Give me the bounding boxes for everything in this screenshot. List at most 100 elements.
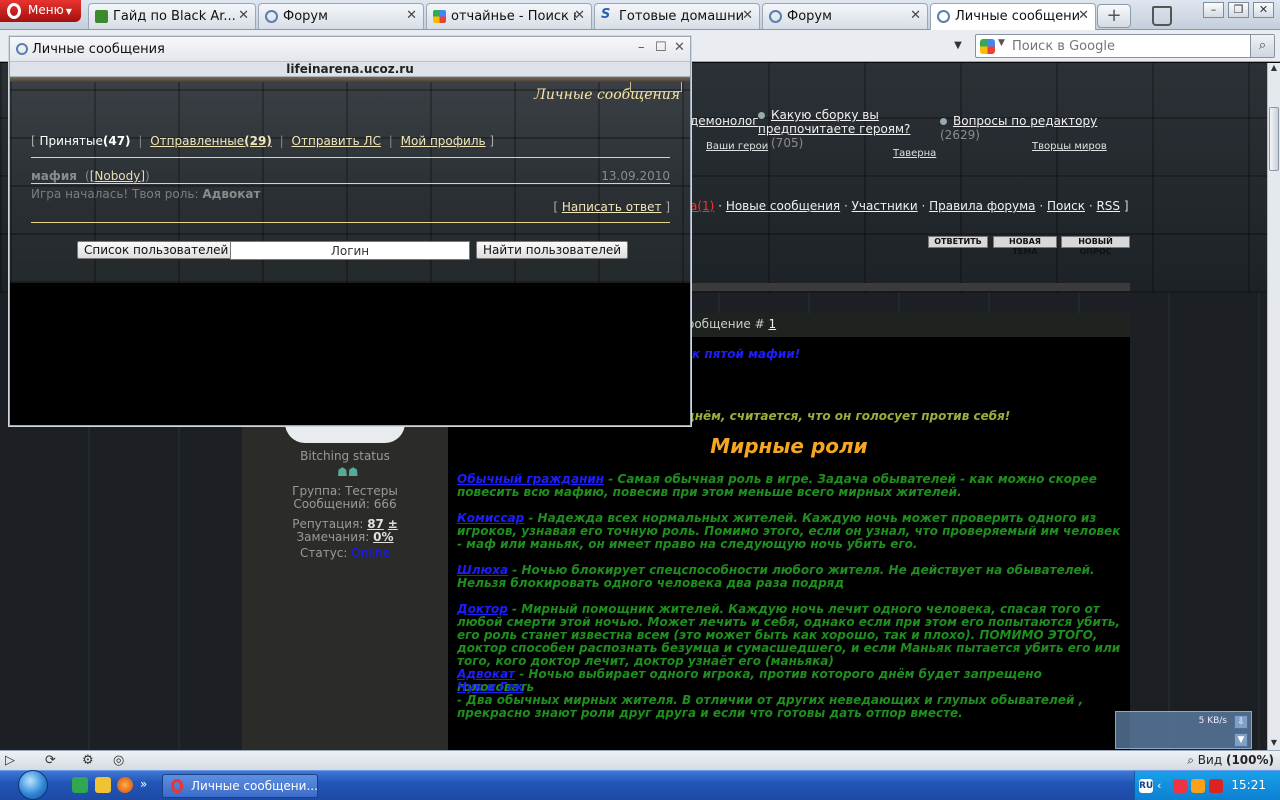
close-tab-icon[interactable]: ✕ xyxy=(910,8,921,23)
quicklaunch-app-icon[interactable] xyxy=(72,777,88,793)
close-tab-icon[interactable]: ✕ xyxy=(742,8,753,23)
nav-rss-link[interactable]: RSS xyxy=(1096,199,1120,213)
close-window-button[interactable]: ✕ xyxy=(1253,2,1274,18)
pm-nav-profile-link[interactable]: Мой профиль xyxy=(401,134,486,148)
page-scrollbar[interactable]: ▲ ▼ xyxy=(1267,63,1280,750)
search-input[interactable] xyxy=(1012,37,1242,55)
folder-icon[interactable] xyxy=(95,777,111,793)
more-quicklaunch-icon[interactable]: » xyxy=(140,777,156,793)
scroll-down-icon[interactable]: ▼ xyxy=(1268,738,1280,750)
chevron-left-icon[interactable]: ‹ xyxy=(1157,779,1171,793)
forum-nav-bar: а(1) · Новые сообщения · Участники · Пра… xyxy=(690,199,1129,213)
site-favicon-icon xyxy=(95,10,108,23)
tab-private-messages[interactable]: Личные сообщения ✕ xyxy=(930,3,1096,30)
close-icon[interactable]: ✕ xyxy=(674,40,685,55)
topic-item: демонолог xyxy=(690,114,759,128)
pm-message-date: 13.09.2010 xyxy=(601,169,670,183)
pm-message-subject[interactable]: мафия xyxy=(31,169,77,183)
google-icon[interactable] xyxy=(980,39,995,54)
forum-favicon-icon xyxy=(16,43,28,55)
close-tab-icon[interactable]: ✕ xyxy=(406,8,417,23)
opera-logo-icon xyxy=(7,3,21,19)
maximize-button[interactable]: ❐ xyxy=(1228,2,1249,18)
address-dropdown-icon[interactable]: ▼ xyxy=(948,35,968,57)
pm-divider xyxy=(31,222,670,223)
subforum-link[interactable]: Таверна xyxy=(893,148,936,159)
tray-app-icon[interactable] xyxy=(1191,779,1205,793)
role-description: Доктор - Мирный помощник жителей. Каждую… xyxy=(457,602,1121,668)
panel-toggle-icon[interactable]: ▷ xyxy=(5,753,15,768)
user-reputation: Репутация: 87 ± xyxy=(292,517,398,531)
pm-sender-link[interactable]: [Nobody] xyxy=(90,169,145,183)
topic-link[interactable]: демонолог xyxy=(690,114,759,128)
taskbar-window-button[interactable]: Личные сообщени... xyxy=(162,774,318,798)
new-poll-button[interactable]: НОВЫЙ ОПРОС xyxy=(1061,236,1130,256)
nav-members-link[interactable]: Участники xyxy=(852,199,918,213)
post-number-link[interactable]: 1 xyxy=(769,317,777,331)
login-input[interactable] xyxy=(230,241,470,260)
tray-app-icon[interactable] xyxy=(1209,779,1223,793)
post-heading: Мирные роли xyxy=(710,434,868,458)
subforum-link[interactable]: Творцы миров xyxy=(1032,141,1107,152)
tab-search[interactable]: отчайнье - Поиск в... ✕ xyxy=(426,3,592,29)
scroll-up-icon[interactable]: ▲ xyxy=(1268,63,1280,75)
search-icon[interactable]: ⌕ xyxy=(1250,35,1274,57)
new-topic-button[interactable]: НОВАЯ ТЕМА xyxy=(993,236,1057,256)
system-tray: RU ‹ 15:21 xyxy=(1134,771,1280,800)
reputation-value-link[interactable]: 87 xyxy=(367,517,384,531)
tab-forum-2[interactable]: Форум ✕ xyxy=(762,3,928,29)
language-indicator[interactable]: RU xyxy=(1139,779,1153,793)
nav-rules-link[interactable]: Правила форума xyxy=(929,199,1035,213)
new-tab-button[interactable]: + xyxy=(1097,4,1131,28)
tray-app-icon[interactable] xyxy=(1173,779,1187,793)
pm-nav-sent-link[interactable]: Отправленные(29) xyxy=(150,134,272,148)
subforum-link[interactable]: Ваши герои xyxy=(706,141,768,152)
warnings-link[interactable]: 0% xyxy=(373,530,393,544)
minimize-icon[interactable]: – xyxy=(638,40,645,55)
find-users-button[interactable]: Найти пользователей xyxy=(476,241,629,259)
close-tab-icon[interactable]: ✕ xyxy=(1078,8,1089,23)
pm-message-body: Игра началась! Твоя роль: Адвокат xyxy=(31,187,261,201)
chevron-down-icon[interactable]: ▼ xyxy=(998,38,1005,48)
turbo-icon[interactable]: ◎ xyxy=(113,753,124,768)
forum-favicon-icon xyxy=(769,10,782,23)
speed-rate: 5 KB/s xyxy=(1198,716,1227,726)
tab-homework[interactable]: S Готовые домашни... ✕ xyxy=(594,3,760,29)
firefox-icon[interactable] xyxy=(117,777,133,793)
sync-icon[interactable]: ⟳ xyxy=(45,753,56,768)
topic-link[interactable]: Какую сборку вы предпочитаете героям? xyxy=(758,108,910,136)
topic-bullet-icon xyxy=(940,118,947,125)
user-group: Группа: Тестеры xyxy=(292,484,398,498)
unite-icon[interactable]: ⚙ xyxy=(82,753,94,768)
close-tab-icon[interactable]: ✕ xyxy=(238,8,249,23)
browser-status-bar: ▷ ⟳ ⚙ ◎ ⌕ Вид (100%) xyxy=(0,750,1280,770)
close-tab-icon[interactable]: ✕ xyxy=(574,8,585,23)
zoom-control[interactable]: ⌕ Вид (100%) xyxy=(1187,753,1274,768)
nav-new-messages-link[interactable]: Новые сообщения xyxy=(726,199,840,213)
user-message-count: Сообщений: 666 xyxy=(293,497,397,511)
maximize-icon[interactable]: ☐ xyxy=(655,40,667,55)
post-text-line: днём, считается, что он голосует против … xyxy=(685,409,1011,423)
minimize-button[interactable]: – xyxy=(1203,2,1224,18)
pm-nav-send-link[interactable]: Отправить ЛС xyxy=(292,134,381,148)
tab-forum-1[interactable]: Форум ✕ xyxy=(258,3,424,29)
reputation-change-link[interactable]: ± xyxy=(388,517,398,531)
avatar[interactable] xyxy=(285,423,405,443)
opera-menu-button[interactable]: Меню ▼ xyxy=(0,0,81,22)
trash-icon[interactable] xyxy=(1152,6,1172,26)
nav-search-link[interactable]: Поиск xyxy=(1047,199,1085,213)
chevron-down-icon: ▼ xyxy=(65,7,72,16)
scrollbar-thumb[interactable] xyxy=(1269,107,1279,171)
pm-reply-link[interactable]: Написать ответ xyxy=(562,200,662,214)
download-icon[interactable]: ⇩ xyxy=(1234,715,1248,729)
speed-widget[interactable]: 5 KB/s ⇩ ▼ xyxy=(1115,711,1252,749)
role-description: - Два обычных мирных жителя. В отличии о… xyxy=(457,693,1084,720)
start-button[interactable] xyxy=(0,768,62,800)
user-list-button[interactable]: Список пользователей xyxy=(77,241,236,259)
chevron-down-icon[interactable]: ▼ xyxy=(1234,733,1248,747)
pm-nav-received[interactable]: Принятые(47) xyxy=(40,134,131,148)
topic-link[interactable]: Вопросы по редактору xyxy=(953,114,1097,128)
nav-pm-link[interactable]: а(1) xyxy=(690,199,714,213)
tab-guide[interactable]: Гайд по Black Ar... ✕ xyxy=(88,3,256,29)
reply-button[interactable]: ОТВЕТИТЬ xyxy=(928,236,988,248)
